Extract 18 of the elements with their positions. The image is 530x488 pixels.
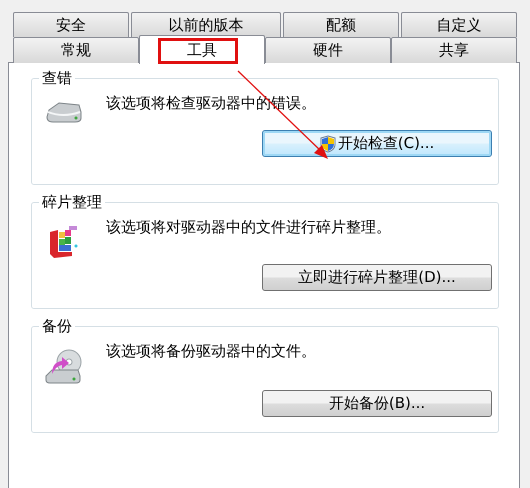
tab[interactable]: 工具 [139,35,265,64]
group-title: 备份 [41,317,73,336]
action-button[interactable]: 开始备份(B)... [262,390,492,417]
tab[interactable]: 共享 [391,37,517,63]
description-text: 该选项将对驱动器中的文件进行碎片整理。 [106,217,391,237]
backup-icon [44,348,84,386]
tab[interactable]: 以前的版本 [130,12,282,37]
tab[interactable]: 安全 [13,12,129,37]
group-title: 查错 [41,69,73,88]
action-button[interactable]: 开始检查(C)... [262,130,492,157]
action-button[interactable]: 立即进行碎片整理(D)... [262,264,492,291]
group-title: 碎片整理 [41,193,103,212]
tab[interactable]: 配额 [283,12,400,37]
shield-icon [320,134,336,152]
tab[interactable]: 自定义 [401,12,517,37]
tab[interactable]: 常规 [13,37,139,63]
tab[interactable]: 硬件 [265,37,391,63]
description-text: 该选项将备份驱动器中的文件。 [106,341,316,361]
